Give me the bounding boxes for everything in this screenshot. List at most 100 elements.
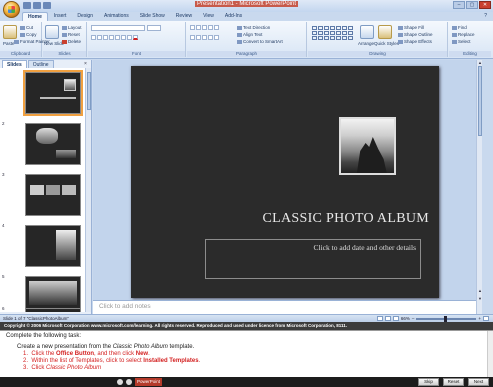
underline-icon[interactable] bbox=[103, 35, 108, 40]
shape-icon[interactable] bbox=[336, 36, 341, 40]
line-spacing-icon[interactable] bbox=[214, 25, 219, 30]
select-button[interactable]: Select bbox=[452, 39, 471, 44]
office-button[interactable] bbox=[3, 1, 20, 18]
shape-icon[interactable] bbox=[330, 26, 335, 30]
shape-icon[interactable] bbox=[342, 36, 347, 40]
tab-insert[interactable]: Insert bbox=[49, 12, 72, 21]
arrange-icon[interactable] bbox=[360, 25, 374, 39]
close-button[interactable]: ✕ bbox=[479, 1, 491, 9]
font-size-box[interactable] bbox=[147, 25, 161, 31]
shape-icon[interactable] bbox=[312, 26, 317, 30]
notes-pane[interactable]: Click to add notes bbox=[93, 300, 476, 314]
zoom-knob[interactable] bbox=[444, 315, 448, 322]
shape-icon[interactable] bbox=[348, 36, 353, 40]
reset-button[interactable]: Reset bbox=[443, 378, 464, 386]
change-case-icon[interactable] bbox=[127, 35, 132, 40]
scroll-thumb[interactable] bbox=[87, 72, 91, 110]
slide-thumbnail-2[interactable] bbox=[25, 123, 81, 165]
arrange-button[interactable]: Arrange bbox=[358, 41, 374, 46]
shapes-gallery[interactable] bbox=[312, 26, 353, 40]
help-icon[interactable]: ? bbox=[484, 13, 487, 19]
strikethrough-icon[interactable] bbox=[109, 35, 114, 40]
tab-slide-show[interactable]: Slide Show bbox=[135, 12, 170, 21]
sorter-view-icon[interactable] bbox=[384, 316, 391, 321]
undo-icon[interactable] bbox=[33, 2, 41, 9]
shape-icon[interactable] bbox=[342, 26, 347, 30]
slide-photo[interactable] bbox=[339, 117, 396, 175]
decrease-indent-icon[interactable] bbox=[202, 25, 207, 30]
shape-icon[interactable] bbox=[318, 31, 323, 35]
italic-icon[interactable] bbox=[97, 35, 102, 40]
slideshow-view-icon[interactable] bbox=[392, 316, 399, 321]
zoom-in-icon[interactable]: + bbox=[478, 316, 481, 321]
align-text-button[interactable]: Align Text bbox=[237, 32, 262, 37]
shape-icon[interactable] bbox=[336, 26, 341, 30]
tab-home[interactable]: Home bbox=[22, 12, 48, 21]
slide-thumbnail-1[interactable] bbox=[23, 70, 83, 116]
shape-icon[interactable] bbox=[312, 31, 317, 35]
paste-button[interactable]: Paste bbox=[3, 41, 15, 46]
copy-button[interactable]: Copy bbox=[20, 32, 37, 37]
help-icon[interactable] bbox=[126, 379, 132, 385]
tab-design[interactable]: Design bbox=[72, 12, 98, 21]
shape-icon[interactable] bbox=[330, 36, 335, 40]
slide-thumbnail-3[interactable] bbox=[25, 174, 81, 216]
prev-slide-icon[interactable]: ▲ bbox=[477, 288, 483, 293]
char-spacing-icon[interactable] bbox=[121, 35, 126, 40]
bold-icon[interactable] bbox=[91, 35, 96, 40]
subtitle-placeholder[interactable]: Click to add date and other details bbox=[205, 239, 421, 279]
close-panel-icon[interactable]: × bbox=[84, 61, 87, 67]
bullets-icon[interactable] bbox=[190, 25, 195, 30]
layout-button[interactable]: Layout bbox=[62, 25, 82, 30]
minimize-button[interactable]: – bbox=[453, 1, 465, 9]
new-slide-icon[interactable] bbox=[45, 25, 59, 39]
shape-icon[interactable] bbox=[348, 31, 353, 35]
task-scrollbar[interactable] bbox=[487, 331, 493, 378]
slide-thumbnail-5[interactable] bbox=[25, 276, 81, 312]
slide-thumbnail-6[interactable] bbox=[25, 308, 81, 312]
shape-icon[interactable] bbox=[318, 36, 323, 40]
next-slide-icon[interactable]: ▼ bbox=[477, 296, 483, 301]
audio-icon[interactable] bbox=[117, 379, 123, 385]
edit-scrollbar[interactable]: ▲ ▲ ▼ bbox=[476, 60, 482, 314]
shape-fill-button[interactable]: Shape Fill bbox=[398, 25, 424, 30]
paste-icon[interactable] bbox=[3, 25, 17, 39]
tab-animations[interactable]: Animations bbox=[99, 12, 134, 21]
replace-button[interactable]: Replace bbox=[452, 32, 475, 37]
columns-icon[interactable] bbox=[214, 35, 219, 40]
font-color-icon[interactable] bbox=[133, 35, 138, 40]
scroll-thumb[interactable] bbox=[478, 66, 482, 136]
slide-title[interactable]: CLASSIC PHOTO ALBUM bbox=[131, 211, 429, 227]
align-right-icon[interactable] bbox=[202, 35, 207, 40]
delete-slide-button[interactable]: Delete bbox=[62, 39, 81, 44]
skip-button[interactable]: Skip bbox=[418, 378, 439, 386]
align-center-icon[interactable] bbox=[196, 35, 201, 40]
find-button[interactable]: Find bbox=[452, 25, 467, 30]
quick-styles-icon[interactable] bbox=[378, 25, 392, 39]
normal-view-icon[interactable] bbox=[376, 316, 383, 321]
shape-icon[interactable] bbox=[312, 36, 317, 40]
shape-outline-button[interactable]: Shape Outline bbox=[398, 32, 433, 37]
scroll-up-icon[interactable]: ▲ bbox=[477, 60, 483, 65]
cut-button[interactable]: Cut bbox=[20, 25, 33, 30]
increase-indent-icon[interactable] bbox=[208, 25, 213, 30]
align-left-icon[interactable] bbox=[190, 35, 195, 40]
text-direction-button[interactable]: Text Direction bbox=[237, 25, 270, 30]
shape-icon[interactable] bbox=[336, 31, 341, 35]
justify-icon[interactable] bbox=[208, 35, 213, 40]
panel-scrollbar[interactable] bbox=[85, 68, 91, 312]
convert-smartart-button[interactable]: Convert to SmartArt bbox=[237, 39, 283, 44]
shape-icon[interactable] bbox=[318, 26, 323, 30]
save-icon[interactable] bbox=[23, 2, 31, 9]
font-name-box[interactable] bbox=[91, 25, 145, 31]
tab-review[interactable]: Review bbox=[171, 12, 197, 21]
zoom-slider[interactable] bbox=[416, 315, 477, 322]
current-slide[interactable]: CLASSIC PHOTO ALBUM Click to add date an… bbox=[131, 66, 439, 298]
shape-effects-button[interactable]: Shape Effects bbox=[398, 39, 432, 44]
shape-icon[interactable] bbox=[348, 26, 353, 30]
numbering-icon[interactable] bbox=[196, 25, 201, 30]
tab-view[interactable]: View bbox=[198, 12, 219, 21]
next-button[interactable]: Next bbox=[468, 378, 489, 386]
shape-icon[interactable] bbox=[330, 31, 335, 35]
shape-icon[interactable] bbox=[324, 26, 329, 30]
